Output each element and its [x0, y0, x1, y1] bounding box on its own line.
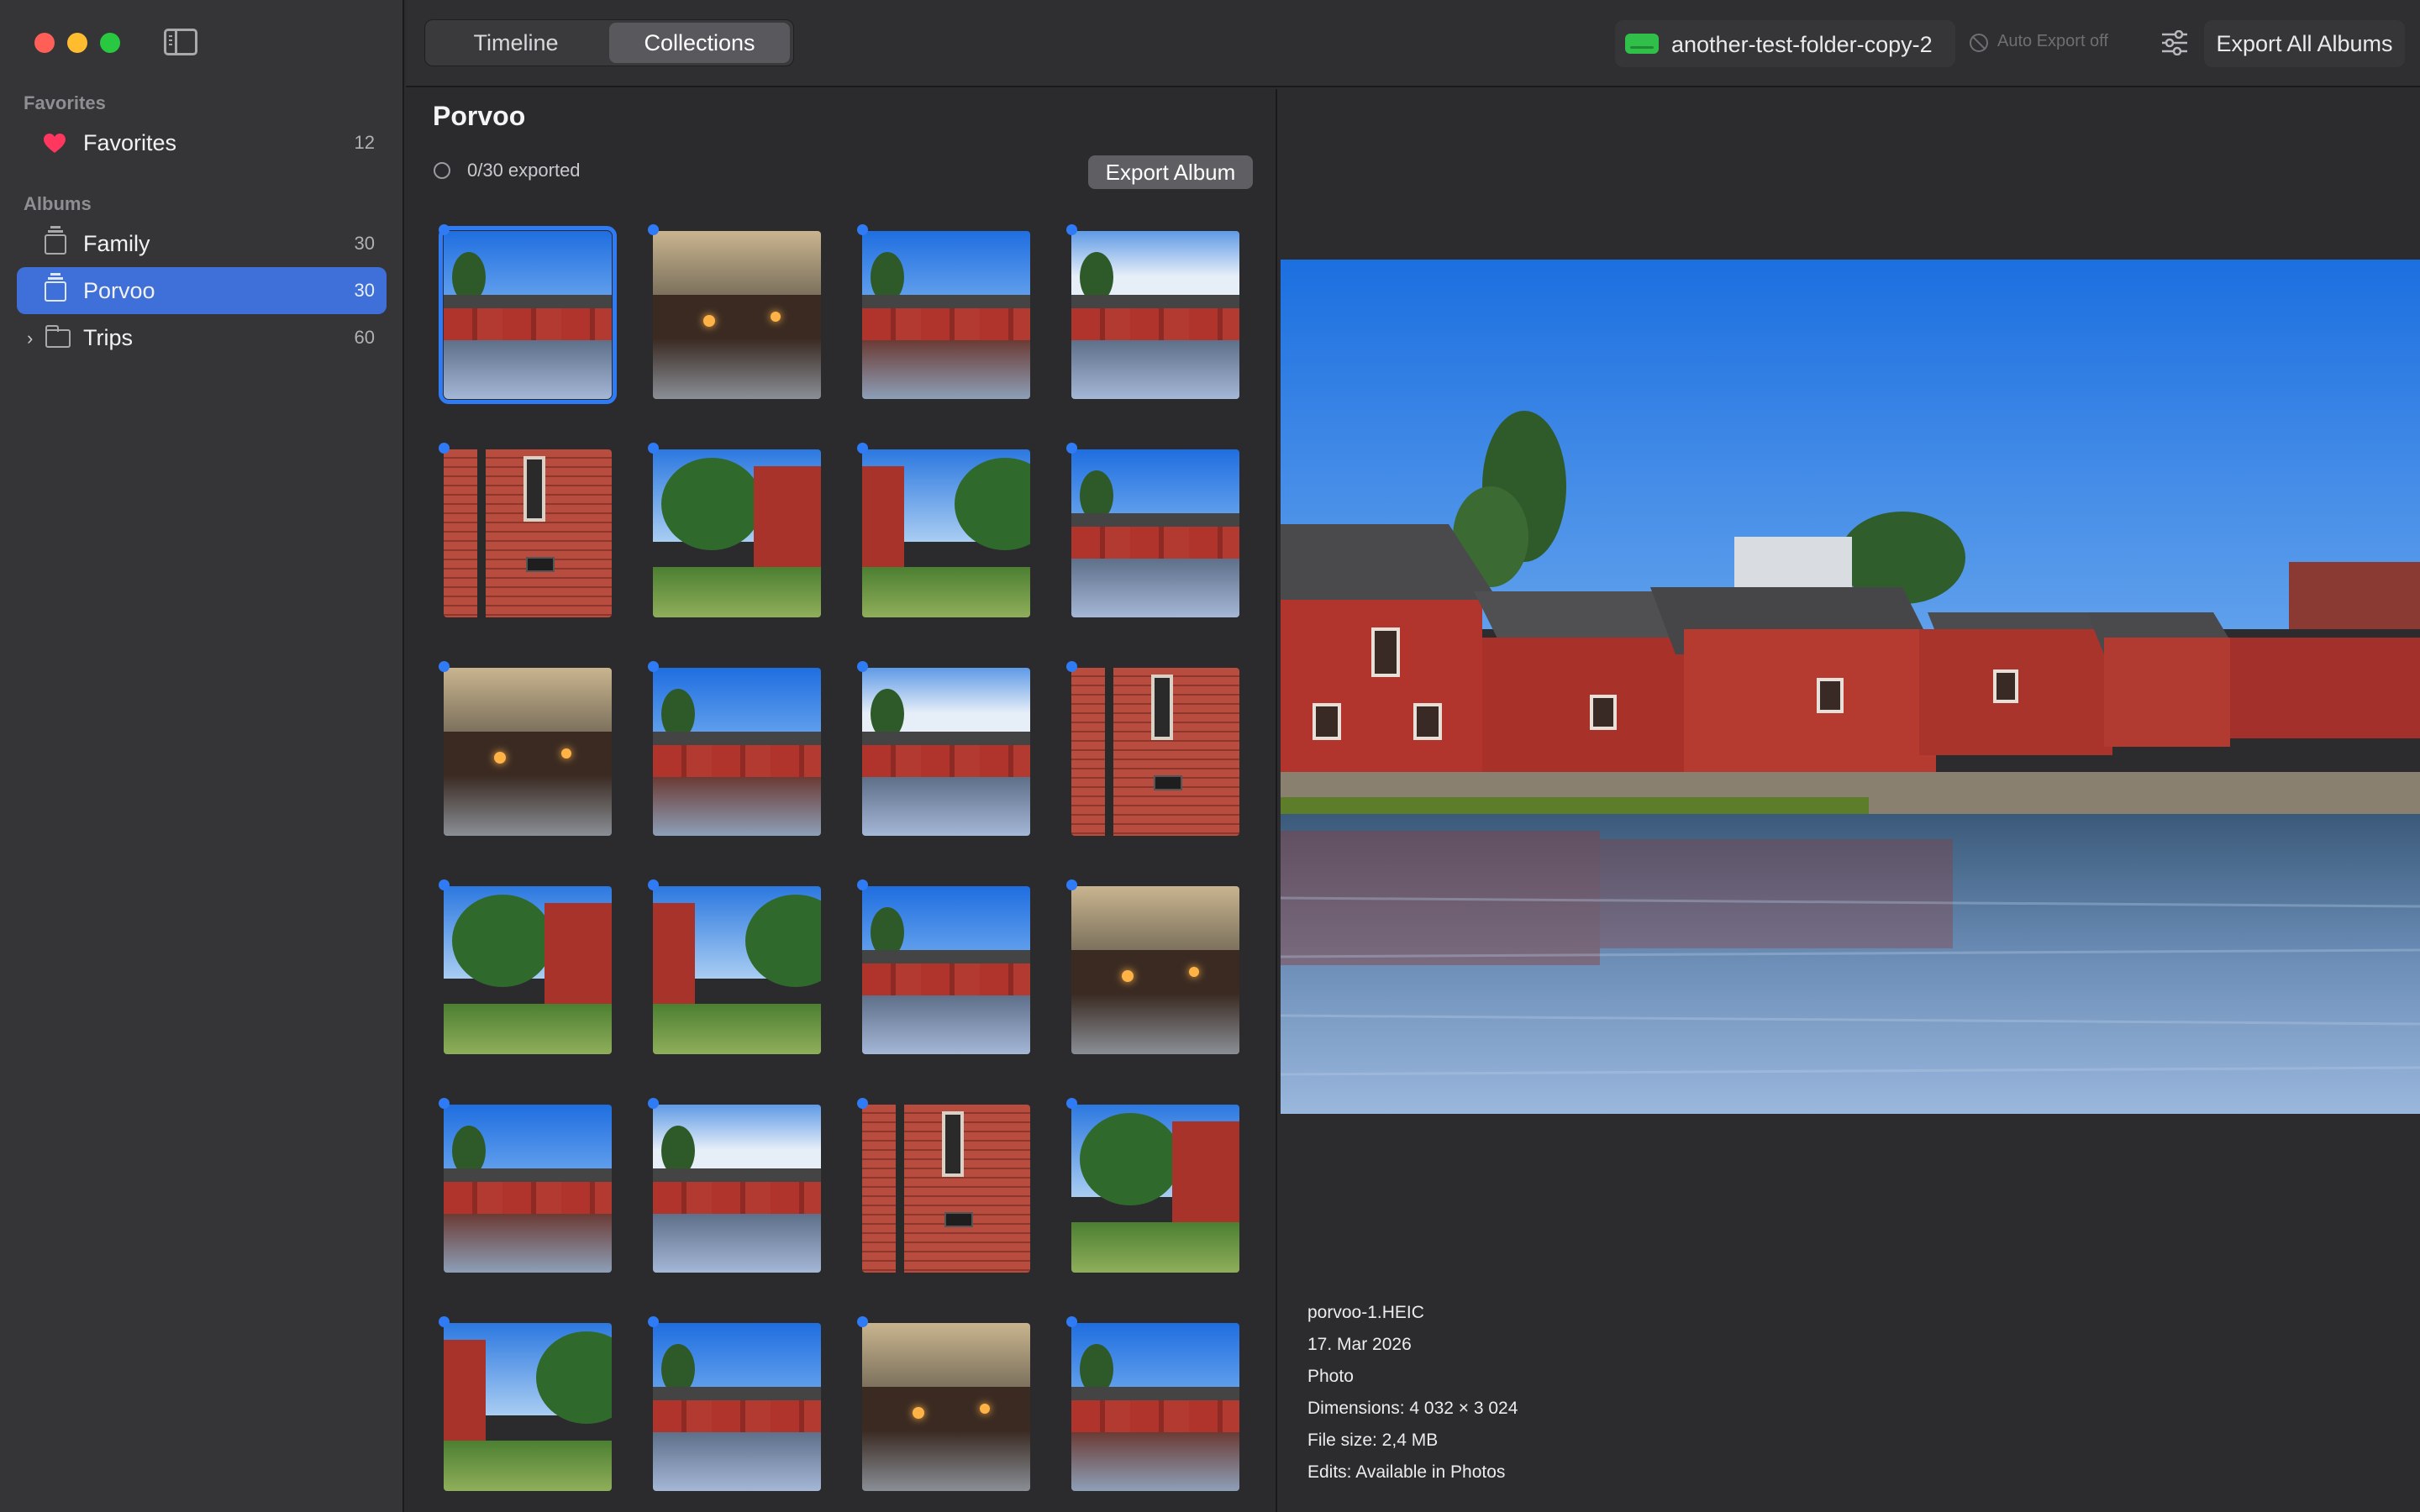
photo-thumbnail[interactable]	[1071, 449, 1239, 617]
sidebar-item-label: Trips	[83, 324, 133, 350]
selection-dot	[1066, 224, 1077, 235]
auto-export-status[interactable]: Auto Export off	[1969, 32, 2108, 51]
selection-dot	[857, 1098, 868, 1109]
sidebar-item-count: 12	[354, 132, 375, 153]
photo-file-size: File size: 2,4 MB	[1307, 1431, 1439, 1450]
export-folder-button[interactable]: another-test-folder-copy-2	[1615, 20, 1955, 67]
photo-thumbnail[interactable]	[862, 231, 1030, 399]
folder-icon	[45, 325, 71, 348]
photo-dimensions: Dimensions: 4 032 × 3 024	[1307, 1399, 1518, 1418]
photo-thumbnail[interactable]	[862, 886, 1030, 1054]
tab-timeline[interactable]: Timeline	[428, 23, 604, 63]
selection-dot	[857, 224, 868, 235]
photo-info: porvoo-1.HEIC 17. Mar 2026 Photo Dimensi…	[1307, 1297, 1518, 1488]
sidebar-item-count: 60	[354, 327, 375, 348]
sidebar-item-label: Favorites	[83, 129, 177, 155]
sidebar: Favorites Favorites 12 Albums Family 30 …	[0, 0, 404, 1512]
export-status-text: 0/30 exported	[467, 160, 581, 181]
photo-thumbnail[interactable]	[1071, 886, 1239, 1054]
selection-dot	[1066, 879, 1077, 890]
album-title: Porvoo	[433, 101, 526, 131]
photo-thumbnail[interactable]	[653, 1323, 821, 1491]
selection-dot	[857, 661, 868, 672]
photo-thumbnail[interactable]	[1071, 668, 1239, 836]
selection-dot	[439, 879, 450, 890]
selection-dot	[648, 879, 659, 890]
photo-edits: Edits: Available in Photos	[1307, 1462, 1506, 1482]
album-content-pane: Porvoo 0/30 exported Export Album	[406, 89, 1277, 1512]
photo-thumbnail[interactable]	[653, 668, 821, 836]
photo-thumbnail[interactable]	[653, 886, 821, 1054]
photo-date: 17. Mar 2026	[1307, 1335, 1412, 1354]
sidebar-item-count: 30	[354, 280, 375, 301]
chevron-right-icon[interactable]: ›	[27, 329, 45, 348]
selection-dot	[1066, 661, 1077, 672]
photo-thumbnail[interactable]	[862, 668, 1030, 836]
view-mode-segmented-control: Timeline Collections	[424, 19, 794, 66]
photo-kind: Photo	[1307, 1367, 1354, 1386]
selection-dot	[857, 443, 868, 454]
photo-thumbnail[interactable]	[653, 449, 821, 617]
photo-filename: porvoo-1.HEIC	[1307, 1303, 1424, 1322]
selection-dot	[1066, 443, 1077, 454]
photo-preview-pane: porvoo-1.HEIC 17. Mar 2026 Photo Dimensi…	[1279, 89, 2420, 1512]
sidebar-toggle-icon[interactable]	[164, 29, 197, 55]
zoom-window-button[interactable]	[100, 33, 120, 53]
drive-icon	[1625, 34, 1659, 54]
sidebar-item-count: 30	[354, 233, 375, 254]
photo-thumbnail[interactable]	[1071, 1105, 1239, 1273]
export-folder-name: another-test-folder-copy-2	[1671, 32, 1933, 57]
tab-collections[interactable]: Collections	[609, 23, 790, 63]
photo-thumbnail[interactable]	[862, 1323, 1030, 1491]
selection-dot	[439, 1316, 450, 1327]
photo-thumbnail[interactable]	[1071, 231, 1239, 399]
selection-dot	[648, 661, 659, 672]
selection-dot	[648, 443, 659, 454]
sidebar-item-trips[interactable]: › Trips 60	[17, 314, 387, 361]
photo-thumbnail[interactable]	[444, 1323, 612, 1491]
photo-thumbnail[interactable]	[444, 886, 612, 1054]
export-all-albums-button[interactable]: Export All Albums	[2204, 20, 2405, 67]
selection-dot	[648, 224, 659, 235]
settings-sliders-icon[interactable]	[2160, 30, 2189, 55]
export-progress-circle-icon	[434, 162, 450, 179]
sidebar-item-favorites[interactable]: Favorites 12	[17, 119, 387, 166]
photo-thumbnail[interactable]	[444, 1105, 612, 1273]
photo-thumbnail[interactable]	[444, 449, 612, 617]
selection-dot	[648, 1316, 659, 1327]
sidebar-item-label: Porvoo	[83, 277, 155, 303]
selection-dot	[857, 879, 868, 890]
preview-image	[1281, 260, 2420, 1114]
photo-thumbnail[interactable]	[862, 1105, 1030, 1273]
selection-dot	[648, 1098, 659, 1109]
selection-dot	[439, 224, 450, 235]
photo-thumbnail[interactable]	[862, 449, 1030, 617]
selection-dot	[1066, 1098, 1077, 1109]
selection-dot	[439, 1098, 450, 1109]
photo-thumbnail[interactable]	[1071, 1323, 1239, 1491]
toolbar: Timeline Collections another-test-folder…	[406, 0, 2420, 87]
photo-thumbnail[interactable]	[444, 668, 612, 836]
albums-section-header: Albums	[24, 193, 92, 214]
photo-thumbnail[interactable]	[439, 226, 617, 404]
album-stack-icon	[45, 273, 66, 302]
selection-dot	[857, 1316, 868, 1327]
favorites-section-header: Favorites	[24, 92, 106, 113]
selection-dot	[1066, 1316, 1077, 1327]
album-stack-icon	[45, 226, 66, 255]
selection-dot	[439, 661, 450, 672]
export-album-button[interactable]: Export Album	[1088, 155, 1253, 189]
heart-icon	[44, 134, 66, 153]
close-window-button[interactable]	[34, 33, 55, 53]
minimize-window-button[interactable]	[67, 33, 87, 53]
photo-thumbnail[interactable]	[653, 1105, 821, 1273]
sidebar-item-porvoo[interactable]: Porvoo 30	[17, 267, 387, 314]
sidebar-item-family[interactable]: Family 30	[17, 220, 387, 267]
photo-thumbnail[interactable]	[653, 231, 821, 399]
selection-dot	[439, 443, 450, 454]
sidebar-item-label: Family	[83, 230, 150, 256]
